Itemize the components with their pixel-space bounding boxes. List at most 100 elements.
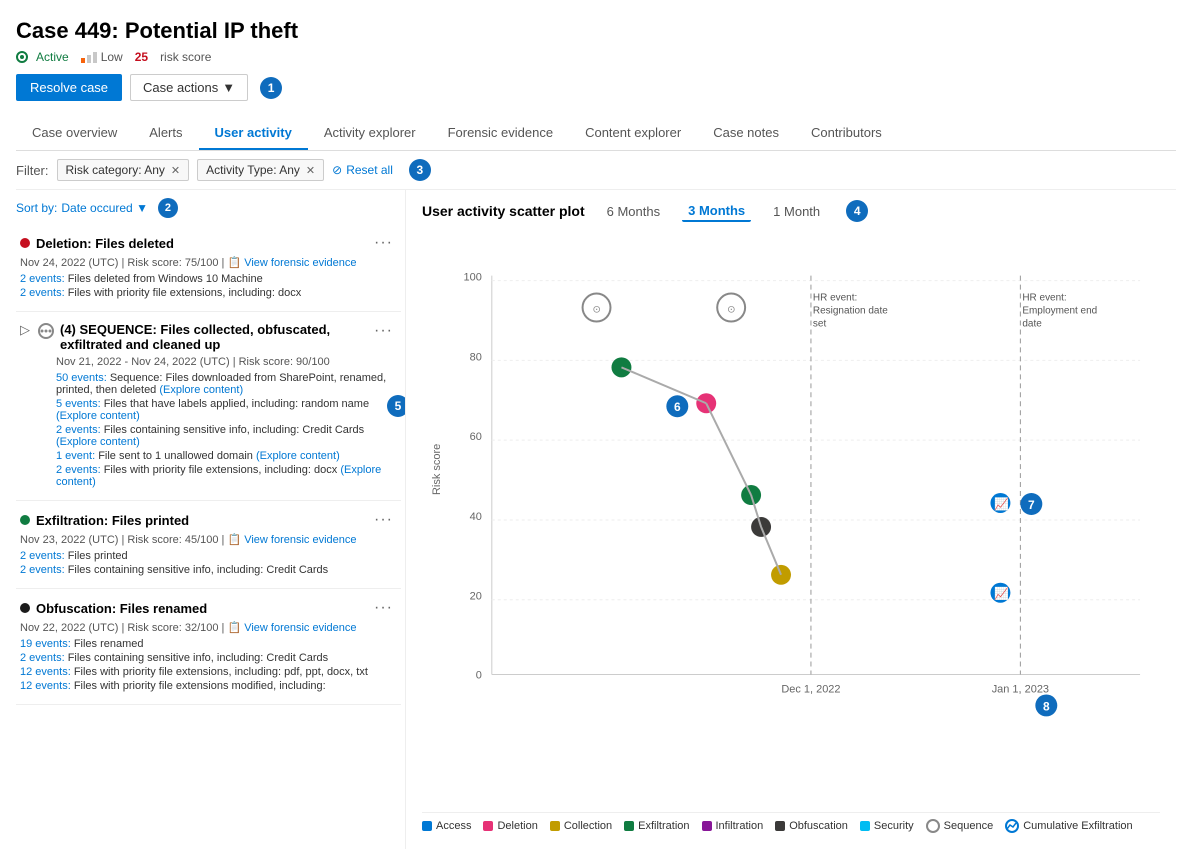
scatter-header: User activity scatter plot 6 Months 3 Mo… xyxy=(422,200,1160,222)
legend-label-cumulative: Cumulative Exfiltration xyxy=(1023,820,1132,832)
status-active: Active xyxy=(16,50,69,64)
explore-link-3[interactable]: (Explore content) xyxy=(56,436,140,448)
svg-text:Jan 1, 2023: Jan 1, 2023 xyxy=(992,683,1049,695)
sequence-icon xyxy=(38,323,54,339)
activity-meta-obfuscation: Nov 22, 2022 (UTC) | Risk score: 32/100 … xyxy=(20,621,393,634)
legend-label-deletion: Deletion xyxy=(497,820,537,832)
activity-title-obfuscation[interactable]: Obfuscation: Files renamed xyxy=(36,601,368,616)
tab-alerts[interactable]: Alerts xyxy=(133,117,198,150)
right-panel: User activity scatter plot 6 Months 3 Mo… xyxy=(406,190,1176,849)
activity-meta-exfiltration: Nov 23, 2022 (UTC) | Risk score: 45/100 … xyxy=(20,533,393,546)
svg-text:⊙: ⊙ xyxy=(593,305,601,316)
filter-chip-activity-label: Activity Type: Any xyxy=(206,163,300,177)
risk-score-label: risk score xyxy=(160,50,211,64)
activity-more-sequence[interactable]: ··· xyxy=(374,322,393,340)
activity-title-deletion[interactable]: Deletion: Files deleted xyxy=(36,236,368,251)
filter-bar: Filter: Risk category: Any ✕ Activity Ty… xyxy=(16,151,1176,190)
forensic-link-exfiltration[interactable]: 📋 View forensic evidence xyxy=(227,534,356,546)
legend-dot-access xyxy=(422,821,432,831)
action-buttons: Resolve case Case actions ▼ 1 xyxy=(16,74,1176,101)
risk-score: 25 xyxy=(135,50,148,64)
dot-obfuscation xyxy=(20,603,30,613)
activity-title-sequence[interactable]: (4) SEQUENCE: Files collected, obfuscate… xyxy=(60,322,368,352)
case-actions-label: Case actions xyxy=(143,80,218,95)
count-exf-1: 2 events: xyxy=(20,550,65,562)
svg-text:0: 0 xyxy=(476,670,482,682)
annotation-1: 1 xyxy=(260,77,282,99)
page-header: Case 449: Potential IP theft Active Low … xyxy=(16,10,1176,117)
filter-chip-risk-close[interactable]: ✕ xyxy=(171,164,180,177)
tab-case-notes[interactable]: Case notes xyxy=(697,117,795,150)
tab-forensic-evidence[interactable]: Forensic evidence xyxy=(432,117,570,150)
legend-label-access: Access xyxy=(436,820,471,832)
filter-chip-activity: Activity Type: Any ✕ xyxy=(197,159,324,181)
legend-deletion: Deletion xyxy=(483,819,537,833)
explore-link-5[interactable]: (Explore content) xyxy=(56,464,381,488)
activity-item-obfuscation: Obfuscation: Files renamed ··· Nov 22, 2… xyxy=(16,589,401,705)
resolve-case-button[interactable]: Resolve case xyxy=(16,74,122,101)
legend-dot-collection xyxy=(550,821,560,831)
count-seq-2: 5 events: xyxy=(56,398,101,410)
chart-area: 100 80 60 40 20 0 Risk score xyxy=(422,232,1160,808)
annotation-2: 2 xyxy=(158,198,178,218)
legend-dot-security xyxy=(860,821,870,831)
filter-label: Filter: xyxy=(16,163,49,178)
activity-meta-deletion: Nov 24, 2022 (UTC) | Risk score: 75/100 … xyxy=(20,256,393,269)
activity-more-obfuscation[interactable]: ··· xyxy=(374,599,393,617)
explore-link-1[interactable]: (Explore content) xyxy=(159,384,243,396)
tab-activity-explorer[interactable]: Activity explorer xyxy=(308,117,432,150)
svg-text:Resignation date: Resignation date xyxy=(813,306,888,317)
activity-detail-exf-2: 2 events: Files containing sensitive inf… xyxy=(20,564,393,576)
svg-text:date: date xyxy=(1022,318,1042,329)
tab-case-overview[interactable]: Case overview xyxy=(16,117,133,150)
count-seq-1: 50 events: xyxy=(56,372,107,384)
case-actions-button[interactable]: Case actions ▼ xyxy=(130,74,248,101)
activity-detail-seq-3: 2 events: Files containing sensitive inf… xyxy=(56,424,393,448)
activity-detail-deletion-1: 2 events: Files deleted from Windows 10 … xyxy=(20,273,393,285)
svg-text:6: 6 xyxy=(674,400,681,414)
time-btn-3months[interactable]: 3 Months xyxy=(682,201,751,222)
activity-item-deletion: Deletion: Files deleted ··· Nov 24, 2022… xyxy=(16,224,401,312)
svg-text:HR event:: HR event: xyxy=(1022,293,1066,304)
activity-header-obfuscation: Obfuscation: Files renamed ··· xyxy=(20,599,393,617)
svg-text:7: 7 xyxy=(1028,498,1035,512)
sequence-header: ▷ (4) SEQUENCE: Files collected, obfusca… xyxy=(20,322,393,352)
explore-link-4[interactable]: (Explore content) xyxy=(256,450,340,462)
activity-detail-obf-1: 19 events: Files renamed xyxy=(20,638,393,650)
time-btn-6months[interactable]: 6 Months xyxy=(601,202,666,221)
activity-detail-exf-1: 2 events: Files printed xyxy=(20,550,393,562)
sequence-expand[interactable]: ▷ xyxy=(20,322,30,338)
activity-more-deletion[interactable]: ··· xyxy=(374,234,393,252)
time-btn-1month[interactable]: 1 Month xyxy=(767,202,826,221)
annotation-5: 5 xyxy=(387,395,406,417)
tab-contributors[interactable]: Contributors xyxy=(795,117,898,150)
svg-text:Dec 1, 2022: Dec 1, 2022 xyxy=(781,683,840,695)
svg-text:📈: 📈 xyxy=(994,497,1009,511)
legend-dot-sequence xyxy=(926,819,940,833)
forensic-link-obfuscation[interactable]: 📋 View forensic evidence xyxy=(227,622,356,634)
svg-text:HR event:: HR event: xyxy=(813,293,857,304)
activity-title-exfiltration[interactable]: Exfiltration: Files printed xyxy=(36,513,368,528)
filter-chip-activity-close[interactable]: ✕ xyxy=(306,164,315,177)
risk-level: Low xyxy=(81,50,123,64)
status-label: Active xyxy=(36,50,69,64)
svg-text:📈: 📈 xyxy=(994,587,1009,601)
sort-bar: Sort by: Date occured ▼ 2 xyxy=(16,190,401,224)
activity-detail-obf-4: 12 events: Files with priority file exte… xyxy=(20,680,393,692)
count-seq-5: 2 events: xyxy=(56,464,101,476)
sort-bar-value[interactable]: Date occured ▼ xyxy=(61,201,148,215)
forensic-link-deletion[interactable]: 📋 View forensic evidence xyxy=(227,257,356,269)
svg-text:60: 60 xyxy=(470,431,482,443)
explore-link-2[interactable]: (Explore content) xyxy=(56,410,140,422)
active-icon xyxy=(16,51,32,63)
tab-user-activity[interactable]: User activity xyxy=(199,117,308,150)
tab-content-explorer[interactable]: Content explorer xyxy=(569,117,697,150)
legend-access: Access xyxy=(422,819,471,833)
annotation-3: 3 xyxy=(409,159,431,181)
reset-all-button[interactable]: ⊘ Reset all xyxy=(332,163,393,177)
legend-label-security: Security xyxy=(874,820,914,832)
svg-text:40: 40 xyxy=(470,511,482,523)
filter-chip-risk-label: Risk category: Any xyxy=(66,163,165,177)
activity-more-exfiltration[interactable]: ··· xyxy=(374,511,393,529)
count-obf-1: 19 events: xyxy=(20,638,71,650)
